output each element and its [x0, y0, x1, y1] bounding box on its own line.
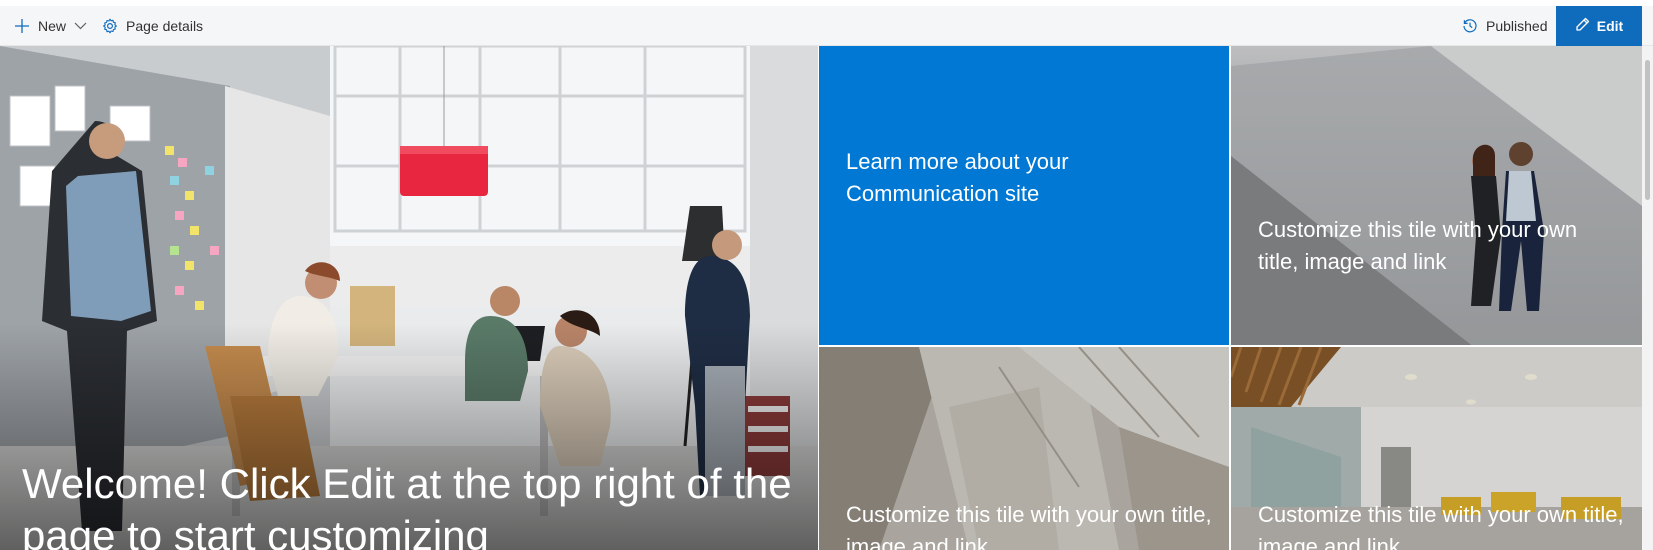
hero-tile-bottom-right[interactable]: Customize this tile with your own title,…	[1231, 347, 1642, 550]
scrollbar-thumb[interactable]	[1645, 60, 1650, 200]
hero-tile-top-right[interactable]: Customize this tile with your own title,…	[1231, 46, 1642, 345]
page-details-button[interactable]: Page details	[102, 6, 203, 46]
hero-tile-title: Learn more about your Communication site	[846, 149, 1069, 206]
new-label: New	[38, 18, 67, 34]
hero-main-title: Welcome! Click Edit at the top right of …	[22, 460, 792, 550]
plus-icon	[14, 18, 30, 34]
pencil-icon	[1575, 17, 1590, 35]
edit-label: Edit	[1596, 18, 1624, 34]
hero-tile-title: Customize this tile with your own title,…	[1258, 502, 1624, 550]
page-scrollbar[interactable]	[1642, 46, 1653, 550]
published-status[interactable]: Published	[1462, 6, 1548, 46]
hero-tile-main[interactable]: Welcome! Click Edit at the top right of …	[0, 46, 818, 550]
hero-tile-communication-site[interactable]: Learn more about your Communication site	[819, 46, 1229, 345]
page-details-label: Page details	[126, 18, 204, 34]
edit-button[interactable]: Edit	[1556, 6, 1642, 46]
hero-section: Welcome! Click Edit at the top right of …	[0, 46, 1653, 550]
chevron-down-icon[interactable]	[74, 22, 87, 30]
gear-icon	[102, 18, 118, 34]
new-button[interactable]: New	[14, 6, 87, 46]
published-label: Published	[1486, 18, 1548, 34]
staircase-people-image	[1231, 46, 1642, 345]
hero-tile-title: Customize this tile with your own title,…	[846, 502, 1212, 550]
hero-tile-bottom-left[interactable]: Customize this tile with your own title,…	[819, 347, 1229, 550]
hero-tile-title: Customize this tile with your own title,…	[1258, 217, 1578, 274]
command-bar: New Page details Published	[0, 6, 1653, 46]
history-icon	[1462, 18, 1478, 34]
